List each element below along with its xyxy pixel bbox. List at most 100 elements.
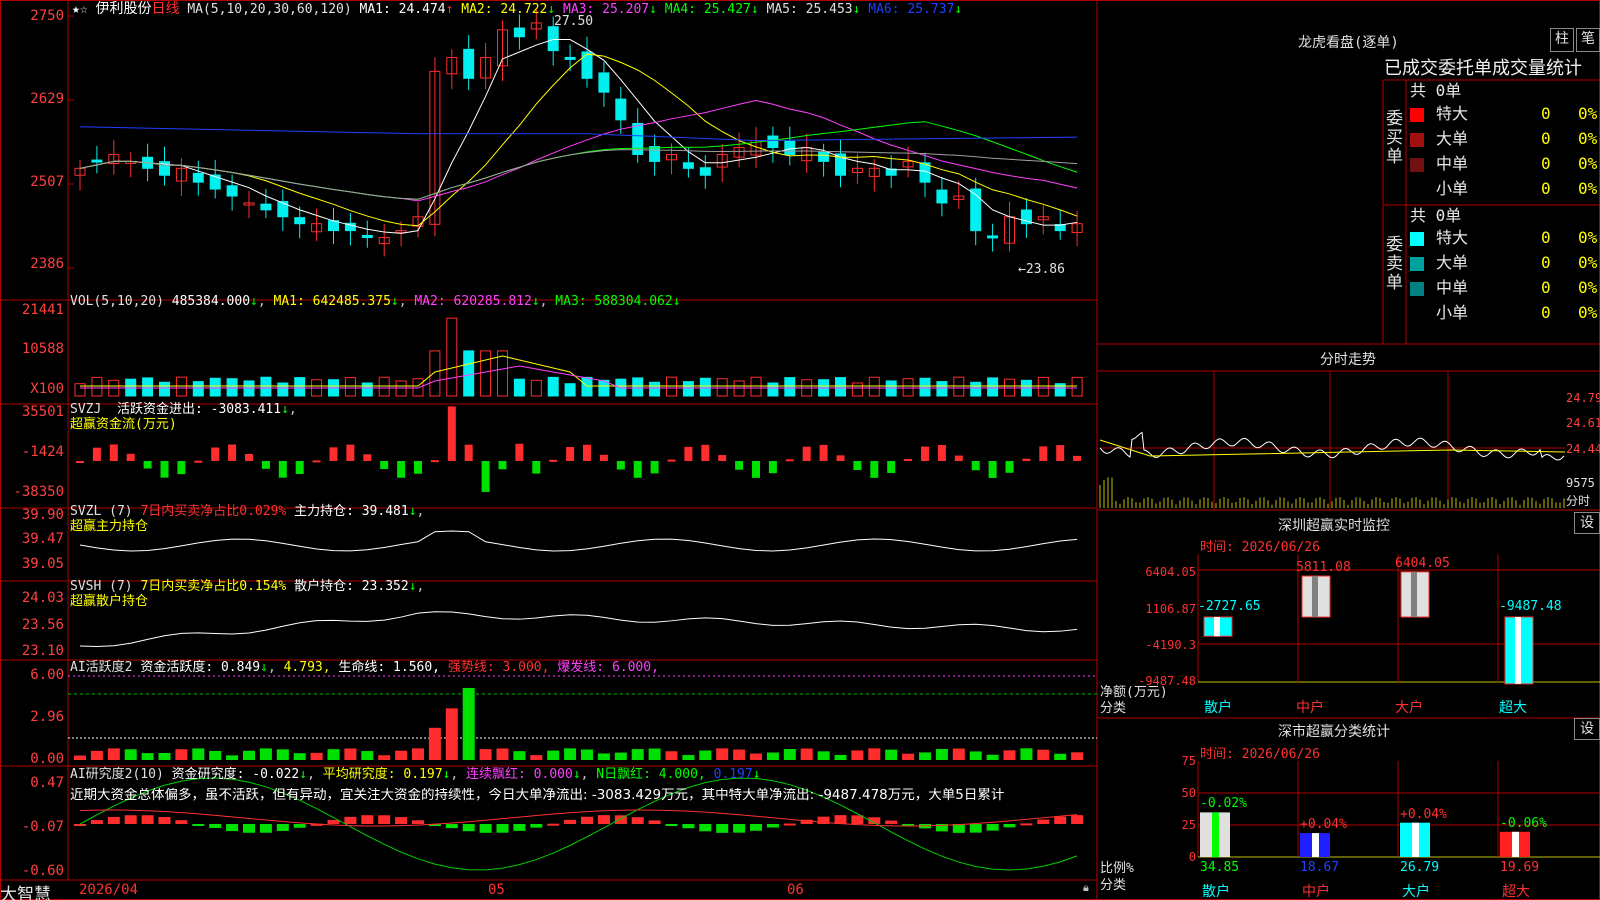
monitor-category-label: 散户 [1204, 700, 1232, 716]
vol-title[interactable]: VOL(5,10,20) [70, 294, 164, 309]
stats-axis-label: 25 [1181, 818, 1196, 832]
activity-bar [834, 754, 847, 760]
research-bar [597, 815, 610, 824]
monitor-axis-label: 1106.87 [1145, 602, 1196, 616]
chart-canvas[interactable] [0, 0, 1600, 900]
order-size-label: 小单 [1436, 303, 1469, 322]
volume-bar [1037, 376, 1049, 397]
minute-axis-label: 24.79 [1566, 391, 1600, 405]
stats-panel-title: 深市超赢分类统计 [1278, 724, 1390, 740]
monitor-settings-button[interactable]: 设 [1574, 512, 1600, 534]
bar-mode-button[interactable]: 柱 [1550, 28, 1574, 52]
activity-bar [1020, 748, 1033, 760]
activity-bar [969, 751, 982, 760]
period-label[interactable]: 日线 [151, 1, 179, 17]
fund-flow-bar [143, 461, 152, 469]
ai-activity-title[interactable]: AI活跃度2 [70, 660, 132, 675]
volume-bar [851, 382, 863, 397]
arrow-up-icon: ↑ [445, 2, 454, 17]
vol-ma1: MA1: 642485.375 [273, 294, 391, 309]
candle-body [547, 26, 559, 52]
fund-flow-bar [261, 461, 270, 469]
svzl-hold: 主力持仓: 39.481 [294, 504, 409, 519]
fund-flow-bar [937, 445, 946, 461]
research-bar [682, 824, 695, 829]
dragon-panel-title: 龙虎看盘(逐单) [1298, 35, 1399, 51]
mark-icon[interactable]: ☆ [80, 2, 88, 17]
stats-settings-button[interactable]: 设 [1574, 718, 1600, 740]
candlestick-chart [74, 7, 1083, 257]
svzl-title[interactable]: SVZL (7) [70, 504, 133, 519]
ai-activity-axis-label: 2.96 [30, 709, 64, 725]
arrow-down-icon: ↓ [649, 2, 657, 17]
vol-axis-label: 21441 [21, 302, 64, 318]
monitor-axis-label: 6404.05 [1145, 565, 1196, 579]
svzj-title[interactable]: SVZJ [70, 402, 101, 417]
fund-flow-bar [819, 444, 828, 461]
stats-value-label: 19.69 [1500, 860, 1540, 875]
lock-icon[interactable]: 🔒︎ [1083, 881, 1089, 895]
svsh-axis-label: 24.03 [21, 590, 64, 606]
fund-flow-bar [312, 460, 321, 463]
activity-bar [496, 748, 509, 760]
retail-holding-line [79, 611, 1078, 648]
strong-line-value: 强势线: 3.000, [447, 660, 550, 675]
volume-bar [294, 377, 306, 397]
research-bar [74, 824, 86, 826]
research-bar [344, 816, 357, 824]
volume-bar [632, 377, 644, 397]
fund-flow-bar [802, 446, 811, 461]
order-percent: 0% [1578, 154, 1598, 173]
order-percent: 0% [1578, 129, 1598, 148]
volume-bar [919, 377, 931, 397]
activity-bar [564, 748, 577, 760]
pen-mode-button[interactable]: 笔 [1576, 28, 1600, 52]
research-bar [1003, 824, 1016, 828]
main-holding-line [79, 530, 1078, 552]
research-bar [395, 817, 408, 824]
volume-bar [429, 350, 441, 397]
order-color-swatch [1410, 183, 1424, 197]
svzl-axis-label: 39.47 [21, 531, 64, 547]
candle-body [649, 146, 661, 162]
buy-total: 共 0单 [1410, 81, 1462, 100]
svsh-title[interactable]: SVSH (7) [70, 579, 133, 594]
activity-bar [276, 749, 289, 760]
stats-category-label: 超大 [1502, 884, 1530, 900]
monitor-bar-highlight [1312, 576, 1318, 617]
activity-bar [716, 748, 729, 760]
vol-axis-unit: X100 [30, 381, 64, 397]
activity-bar [293, 753, 306, 760]
activity-bar [344, 748, 357, 760]
favorite-star-icon[interactable]: ★ [72, 2, 80, 17]
price-axis-label: 2507 [30, 174, 64, 190]
arrow-down-icon: ↓ [250, 294, 258, 309]
arrow-down-icon: ↓ [572, 767, 581, 782]
candle-body [226, 185, 238, 197]
research-bar [462, 824, 475, 832]
main-chart-header: ★☆ 伊利股份日线 MA(5,10,20,30,60,120) MA1: 24.… [72, 1, 962, 18]
order-color-swatch [1410, 282, 1424, 296]
fund-flow-bar [481, 461, 490, 492]
stock-name[interactable]: 伊利股份 [95, 1, 151, 17]
stats-category-label: 散户 [1202, 884, 1230, 900]
high-price-mark: 27.50 [554, 14, 594, 29]
ai-research-axis-label: -0.07 [21, 819, 64, 835]
activity-bar [631, 749, 644, 760]
arrow-down-icon: ↓ [390, 294, 399, 309]
monitor-value-label: -9487.48 [1499, 599, 1562, 614]
fund-flow-bar [329, 447, 338, 461]
fund-flow-bar [109, 444, 118, 461]
minute-panel-title: 分时走势 [1320, 352, 1376, 368]
volume-bar [175, 376, 187, 397]
fund-flow-bar [1039, 446, 1048, 461]
order-count: 0 [1541, 303, 1551, 322]
ai-research-axis-label: 0.47 [30, 775, 64, 791]
activity-bar [648, 748, 661, 760]
research-bar [141, 815, 154, 824]
research-bar [716, 824, 729, 833]
research-bar [766, 824, 779, 828]
ai-research-title[interactable]: AI研究度2(10) [70, 767, 164, 782]
research-bar [564, 819, 577, 824]
research-bar [699, 824, 712, 832]
